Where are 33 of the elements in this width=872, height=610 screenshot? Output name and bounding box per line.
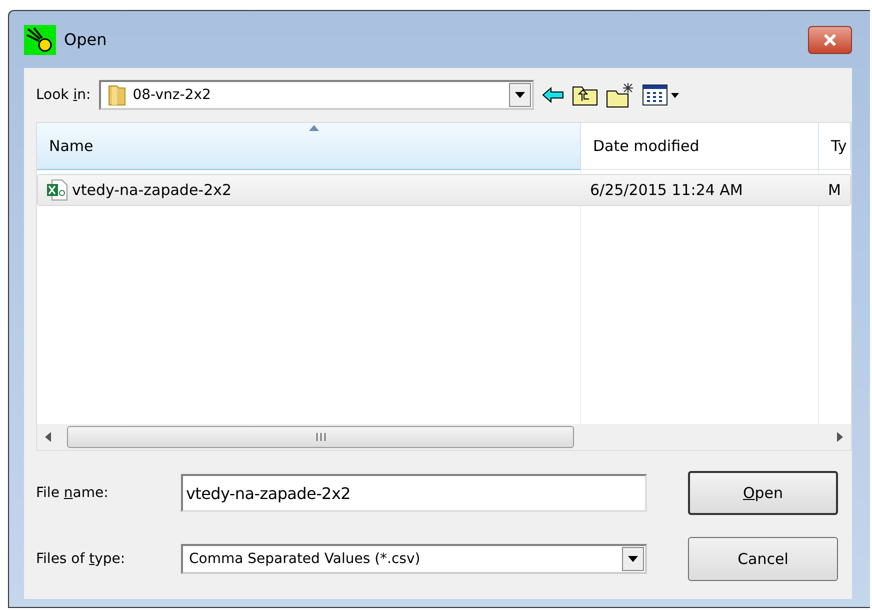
folder-up-icon[interactable] xyxy=(572,84,598,106)
scroll-left-icon[interactable] xyxy=(45,432,51,442)
caret-icon xyxy=(514,92,525,98)
dropdown-arrow-button[interactable] xyxy=(508,83,531,107)
file-date: 6/25/2015 11:24 AM xyxy=(590,181,743,199)
sort-arrow-icon xyxy=(308,125,318,131)
file-type-label: Files of type: xyxy=(36,551,126,567)
file-name: vtedy-na-zapade-2x2 xyxy=(72,181,232,199)
look-in-dropdown[interactable]: 08-vnz-2x2 xyxy=(98,80,534,110)
window-title: Open xyxy=(64,30,108,49)
column-header[interactable]: Name xyxy=(37,123,581,170)
file-row[interactable]: vtedy-na-zapade-2x2 6/25/2015 11:24 AM M xyxy=(37,174,851,206)
cancel-button[interactable]: Cancel xyxy=(688,537,838,581)
dropdown-arrow-button[interactable] xyxy=(622,547,644,571)
caret-icon xyxy=(628,556,638,562)
view-menu-icon[interactable] xyxy=(642,84,680,106)
column-header[interactable]: Ty xyxy=(819,123,851,170)
file-type-dropdown[interactable]: Comma Separated Values (*.csv) xyxy=(181,544,647,574)
app-icon xyxy=(24,24,56,54)
scroll-right-icon[interactable] xyxy=(837,432,843,442)
file-name-field[interactable]: vtedy-na-zapade-2x2 xyxy=(181,474,647,512)
new-folder-icon[interactable] xyxy=(606,82,634,108)
scrollbar-thumb[interactable] xyxy=(67,426,574,448)
open-button[interactable]: Open xyxy=(688,471,838,515)
folder-icon xyxy=(106,83,127,107)
file-type: M xyxy=(828,181,841,199)
back-arrow-icon[interactable] xyxy=(542,87,564,103)
column-header[interactable]: Date modified xyxy=(581,123,819,170)
spreadsheet-file-icon xyxy=(46,179,68,201)
close-button[interactable] xyxy=(808,26,852,54)
look-in-label: Look in: xyxy=(36,87,91,103)
close-icon xyxy=(822,32,838,46)
file-name-label: File name: xyxy=(36,485,110,501)
